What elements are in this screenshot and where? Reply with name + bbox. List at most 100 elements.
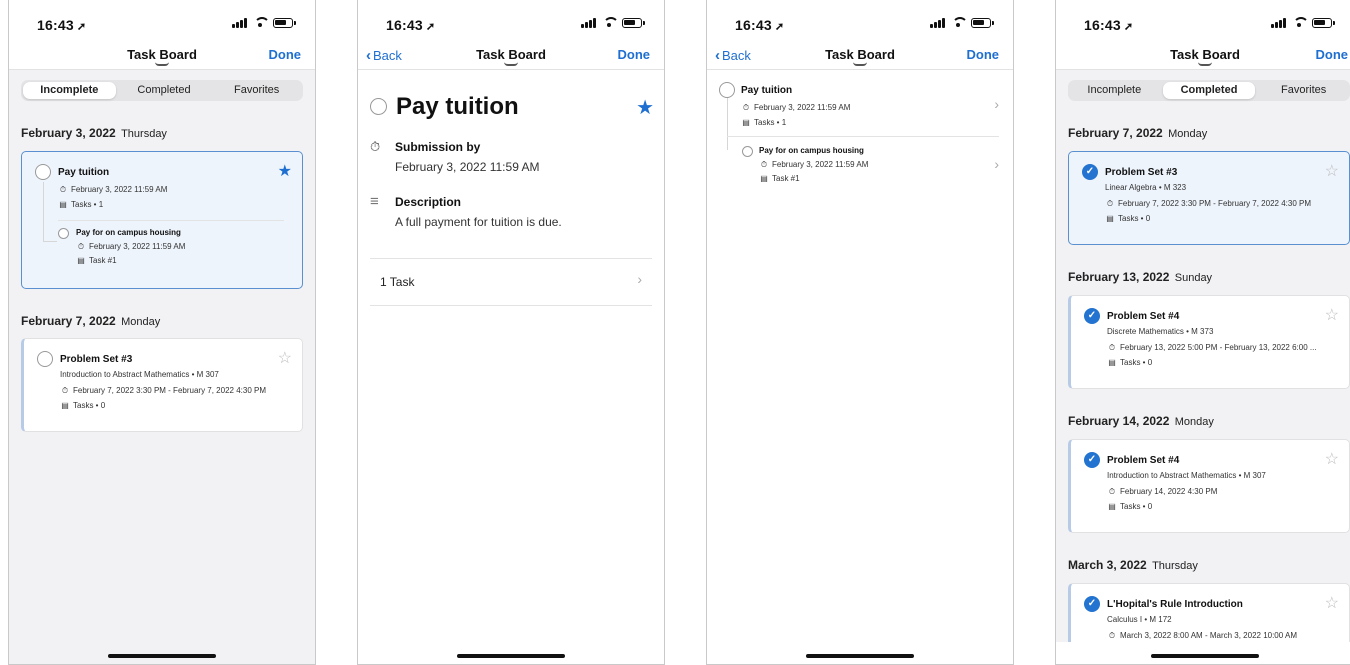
clipboard-icon: ▤ bbox=[1108, 502, 1116, 511]
tab-completed[interactable]: Completed bbox=[118, 80, 211, 101]
subtask-due-text: February 3, 2022 11:59 AM bbox=[772, 160, 869, 169]
task-title: Pay tuition bbox=[58, 167, 110, 178]
grabber-icon bbox=[1198, 62, 1212, 66]
grabber-icon bbox=[853, 62, 867, 66]
wifi-icon bbox=[602, 17, 619, 28]
battery-icon bbox=[971, 17, 994, 28]
due-text: February 14, 2022 4:30 PM bbox=[1120, 487, 1218, 496]
course-text: Introduction to Abstract Mathematics • M… bbox=[60, 370, 219, 379]
task-card-problem-set-3[interactable]: Problem Set #3 ☆ Introduction to Abstrac… bbox=[21, 338, 303, 432]
location-icon: ➚ bbox=[425, 21, 436, 33]
date-label: February 7, 2022 bbox=[21, 314, 116, 328]
date-header: February 14, 2022 Monday bbox=[1068, 414, 1214, 428]
home-indicator bbox=[108, 654, 216, 658]
tasks-row: ▤ Tasks • 1 bbox=[741, 118, 786, 127]
status-bar: 16:43 ➚ bbox=[9, 0, 315, 42]
complete-toggle[interactable] bbox=[35, 164, 51, 180]
home-indicator bbox=[806, 654, 914, 658]
complete-toggle[interactable] bbox=[719, 82, 735, 98]
subtask-toggle[interactable] bbox=[742, 146, 753, 157]
check-icon[interactable]: ✓ bbox=[1082, 164, 1098, 180]
tab-incomplete[interactable]: Incomplete bbox=[1068, 80, 1161, 101]
tab-favorites[interactable]: Favorites bbox=[210, 80, 303, 101]
tab-incomplete[interactable]: Incomplete bbox=[23, 82, 116, 99]
description-label: Description bbox=[395, 195, 462, 209]
chevron-right-icon: › bbox=[994, 96, 999, 112]
task-card-problem-set-3[interactable]: ✓ Problem Set #3 ☆ Linear Algebra • M 32… bbox=[1068, 151, 1350, 245]
location-icon: ➚ bbox=[1123, 21, 1134, 33]
due-row: ⏱ February 7, 2022 3:30 PM - February 7, … bbox=[1105, 199, 1311, 209]
due-text: February 3, 2022 11:59 AM bbox=[71, 185, 168, 194]
done-button[interactable]: Done bbox=[269, 47, 302, 62]
star-filled-icon[interactable]: ★ bbox=[636, 95, 654, 120]
weekday-label: Thursday bbox=[121, 128, 167, 140]
complete-toggle[interactable] bbox=[37, 351, 53, 367]
check-icon[interactable]: ✓ bbox=[1084, 308, 1100, 324]
grabber-icon bbox=[155, 62, 169, 66]
task-title: Pay tuition bbox=[741, 85, 793, 96]
tasks-row: ▤ Tasks • 0 bbox=[1105, 214, 1150, 223]
star-filled-icon[interactable]: ★ bbox=[278, 161, 292, 181]
timer-icon: ⏱ bbox=[1108, 487, 1116, 496]
due-text: March 3, 2022 8:00 AM - March 3, 2022 10… bbox=[1120, 631, 1297, 640]
submission-value: February 3, 2022 11:59 AM bbox=[395, 160, 540, 174]
clipboard-icon: ▤ bbox=[77, 256, 85, 265]
star-outline-icon[interactable]: ☆ bbox=[1325, 449, 1339, 469]
tasks-count: Tasks • 0 bbox=[1120, 358, 1153, 367]
star-outline-icon[interactable]: ☆ bbox=[1325, 305, 1339, 325]
tasks-row: ▤ Tasks • 1 bbox=[58, 200, 103, 209]
check-icon[interactable]: ✓ bbox=[1084, 452, 1100, 468]
status-bar: 16:43 ➚ bbox=[358, 0, 664, 42]
clipboard-icon: ▤ bbox=[59, 200, 67, 209]
nav-bar: Task Board Done bbox=[1056, 42, 1350, 70]
course-text: Calculus I • M 172 bbox=[1107, 615, 1172, 624]
timer-icon: ⏱ bbox=[370, 139, 381, 154]
subtask-due-text: February 3, 2022 11:59 AM bbox=[89, 242, 186, 251]
date-label: February 7, 2022 bbox=[1068, 126, 1163, 140]
subtask-due-row: ⏱ February 3, 2022 11:59 AM bbox=[759, 160, 868, 170]
due-row: ⏱ March 3, 2022 8:00 AM - March 3, 2022 1… bbox=[1107, 631, 1297, 641]
battery-icon bbox=[622, 17, 645, 28]
course-text: Linear Algebra • M 323 bbox=[1105, 183, 1187, 192]
date-label: February 3, 2022 bbox=[21, 126, 116, 140]
nav-bar: ‹ Back Task Board Done bbox=[707, 42, 1013, 70]
status-time: 16:43 bbox=[1084, 17, 1121, 33]
signal-icon bbox=[232, 17, 247, 28]
list-item-pay-tuition[interactable]: Pay tuition ⏱ February 3, 2022 11:59 AM ▤… bbox=[707, 78, 1013, 136]
status-bar: 16:43 ➚ bbox=[1056, 0, 1350, 42]
location-icon: ➚ bbox=[76, 21, 87, 33]
phone-screen-completed: 16:43 ➚ Task Board Done Incomplete Comple… bbox=[1055, 0, 1350, 665]
task-title: Problem Set #3 bbox=[1105, 167, 1178, 178]
subtask-title[interactable]: Pay for on campus housing bbox=[76, 228, 181, 237]
list-item-campus-housing[interactable]: Pay for on campus housing ⏱ February 3, 2… bbox=[707, 142, 1013, 192]
star-outline-icon[interactable]: ☆ bbox=[1325, 593, 1339, 613]
clipboard-icon: ▤ bbox=[1106, 214, 1114, 223]
timer-icon: ⏱ bbox=[1108, 631, 1116, 640]
done-button[interactable]: Done bbox=[1316, 47, 1349, 62]
course-text: Discrete Mathematics • M 373 bbox=[1107, 327, 1214, 336]
task-card-pay-tuition[interactable]: Pay tuition ★ ⏱ February 3, 2022 11:59 AM… bbox=[21, 151, 303, 289]
tasks-row[interactable]: 1 Task › bbox=[370, 259, 652, 305]
divider bbox=[727, 136, 999, 137]
complete-toggle[interactable] bbox=[370, 98, 387, 115]
home-indicator bbox=[1151, 654, 1259, 658]
clipboard-icon: ▤ bbox=[61, 401, 69, 410]
star-outline-icon[interactable]: ☆ bbox=[1325, 161, 1339, 181]
nav-bar: Task Board Done bbox=[9, 42, 315, 70]
tab-completed[interactable]: Completed bbox=[1162, 82, 1256, 99]
task-card-problem-set-4[interactable]: ✓ Problem Set #4 ☆ Discrete Mathematics … bbox=[1068, 295, 1350, 389]
description-icon: ≡ bbox=[370, 193, 379, 210]
subtask-due-row: ⏱ February 3, 2022 11:59 AM bbox=[76, 242, 185, 252]
weekday-label: Monday bbox=[1168, 128, 1208, 140]
date-header: February 7, 2022 Monday bbox=[21, 314, 160, 328]
star-outline-icon[interactable]: ☆ bbox=[278, 348, 292, 368]
done-button[interactable]: Done bbox=[967, 47, 1000, 62]
tab-favorites[interactable]: Favorites bbox=[1257, 80, 1350, 101]
check-icon[interactable]: ✓ bbox=[1084, 596, 1100, 612]
task-card-problem-set-4[interactable]: ✓ Problem Set #4 ☆ Introduction to Abstr… bbox=[1068, 439, 1350, 533]
subtask-toggle[interactable] bbox=[58, 228, 69, 239]
done-button[interactable]: Done bbox=[618, 47, 651, 62]
subtask-task-text: Task #1 bbox=[772, 174, 800, 183]
grabber-icon bbox=[504, 62, 518, 66]
nav-bar: ‹ Back Task Board Done bbox=[358, 42, 664, 70]
